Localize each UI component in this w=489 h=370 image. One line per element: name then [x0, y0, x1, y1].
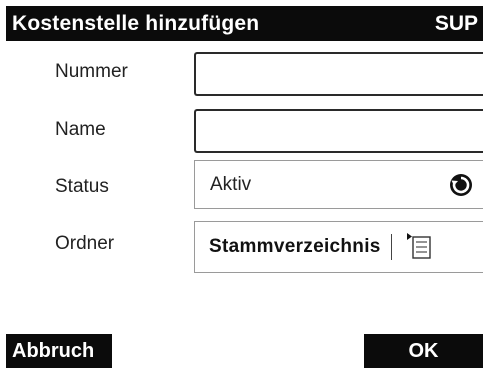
- status-label: Status: [55, 176, 109, 197]
- folder-value: Stammverzeichnis: [209, 236, 381, 257]
- title-bar: Kostenstelle hinzufügen SUP: [6, 6, 483, 41]
- folder-tree-icon[interactable]: [400, 229, 436, 265]
- name-label: Name: [55, 119, 106, 140]
- page-title: Kostenstelle hinzufügen: [12, 11, 260, 35]
- folder-selector[interactable]: Stammverzeichnis: [194, 221, 483, 273]
- name-input[interactable]: [194, 109, 483, 153]
- ok-button[interactable]: OK: [364, 334, 483, 368]
- nummer-label: Nummer: [55, 61, 128, 82]
- status-selector[interactable]: Aktiv: [194, 160, 483, 209]
- status-value: Aktiv: [210, 173, 252, 195]
- cancel-button[interactable]: Abbruch: [6, 334, 112, 368]
- add-cost-center-screen: Kostenstelle hinzufügen SUP Nummer Name …: [0, 0, 489, 370]
- user-indicator: SUP: [434, 11, 478, 35]
- cycle-icon[interactable]: [447, 171, 475, 199]
- ordner-label: Ordner: [55, 233, 115, 254]
- nummer-input[interactable]: [194, 52, 483, 96]
- divider: [390, 234, 392, 260]
